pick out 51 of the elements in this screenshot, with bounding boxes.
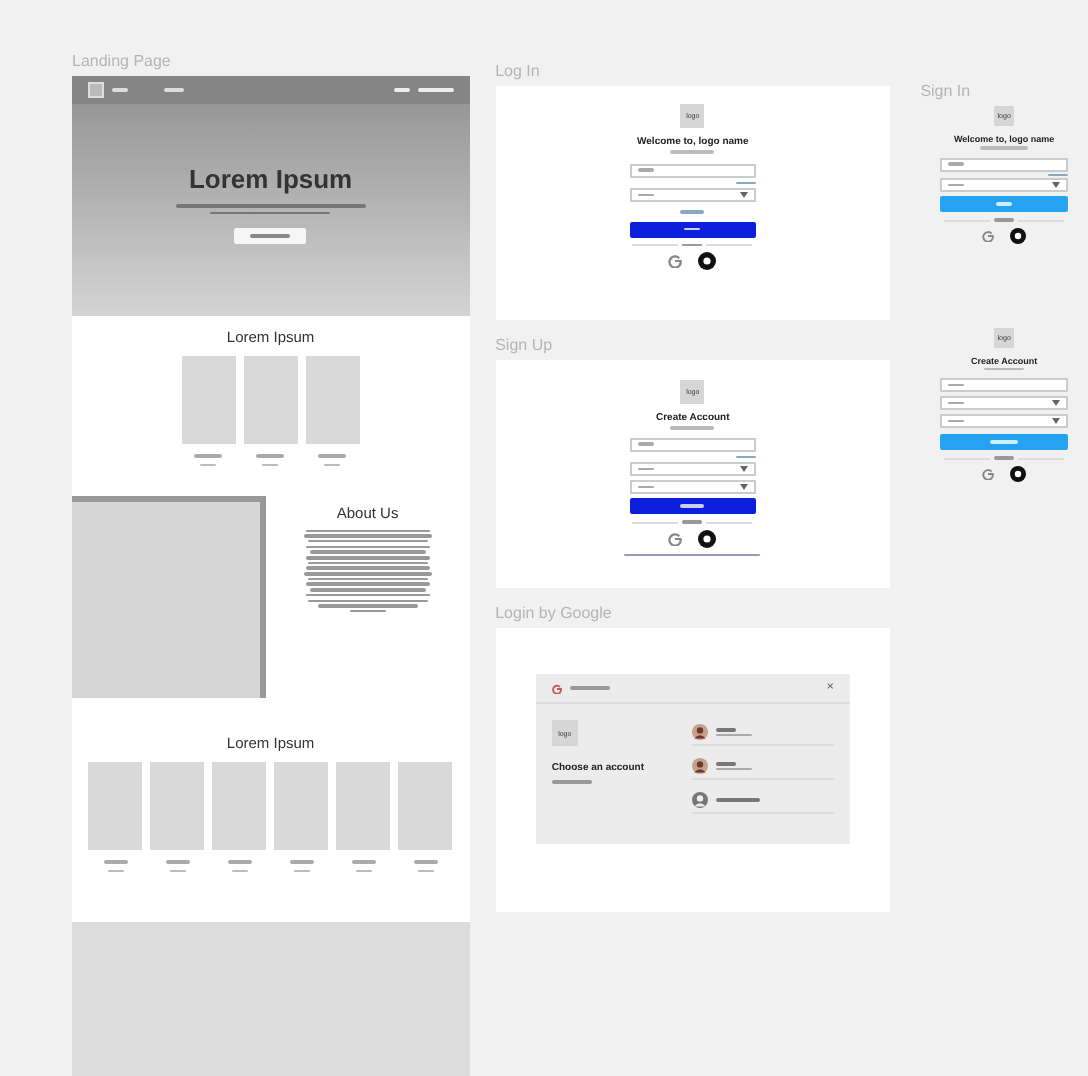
chevron-icon [739,466,748,472]
input-field[interactable] [629,437,756,451]
input-field[interactable] [629,462,756,476]
google-icon[interactable] [668,254,683,268]
chevron-icon [1052,182,1061,188]
image-placeholder [274,762,329,850]
circle-icon[interactable] [1010,227,1027,243]
google-icon[interactable] [668,531,683,545]
image-placeholder [305,356,360,444]
google-icon[interactable] [982,467,995,479]
frame-label: Log In [495,60,542,82]
image-placeholder [212,762,267,850]
input-field[interactable] [940,396,1069,410]
signup-button[interactable] [629,498,756,514]
image-placeholder [150,762,205,850]
image-placeholder [181,356,236,444]
cta-button[interactable] [234,228,307,244]
google-icon [551,683,562,693]
input-field[interactable] [629,480,756,494]
chevron-icon [1052,400,1061,406]
input-field[interactable] [629,188,756,202]
input-field[interactable] [940,414,1069,428]
input-field[interactable] [940,178,1069,192]
chevron-icon [739,192,748,198]
person-icon [691,792,708,808]
frame-label: Sign Up [495,334,555,356]
google-icon[interactable] [982,229,995,241]
image-placeholder [336,762,391,850]
frame-label: Sign In [920,80,973,102]
frame-label: Login by Google [495,602,614,624]
input-field[interactable] [940,378,1069,392]
account-row[interactable] [691,758,834,780]
circle-icon[interactable] [698,529,717,547]
hero-title: Lorem Ipsum [188,164,353,194]
image-placeholder [398,762,453,850]
input-field[interactable] [940,157,1069,171]
logo-placeholder [88,82,104,98]
chevron-icon [739,484,748,490]
frame-label: Landing Page [72,50,173,72]
image-placeholder [88,762,143,850]
circle-icon[interactable] [698,252,717,270]
login-button[interactable] [629,221,756,237]
image-placeholder [243,356,298,444]
input-field[interactable] [629,163,756,177]
chevron-icon [1052,418,1061,424]
account-row[interactable] [691,792,834,814]
avatar-icon [691,758,708,774]
account-row[interactable] [691,724,834,746]
signin-button[interactable] [940,196,1069,212]
avatar-icon [691,724,708,740]
circle-icon[interactable] [1010,465,1027,481]
